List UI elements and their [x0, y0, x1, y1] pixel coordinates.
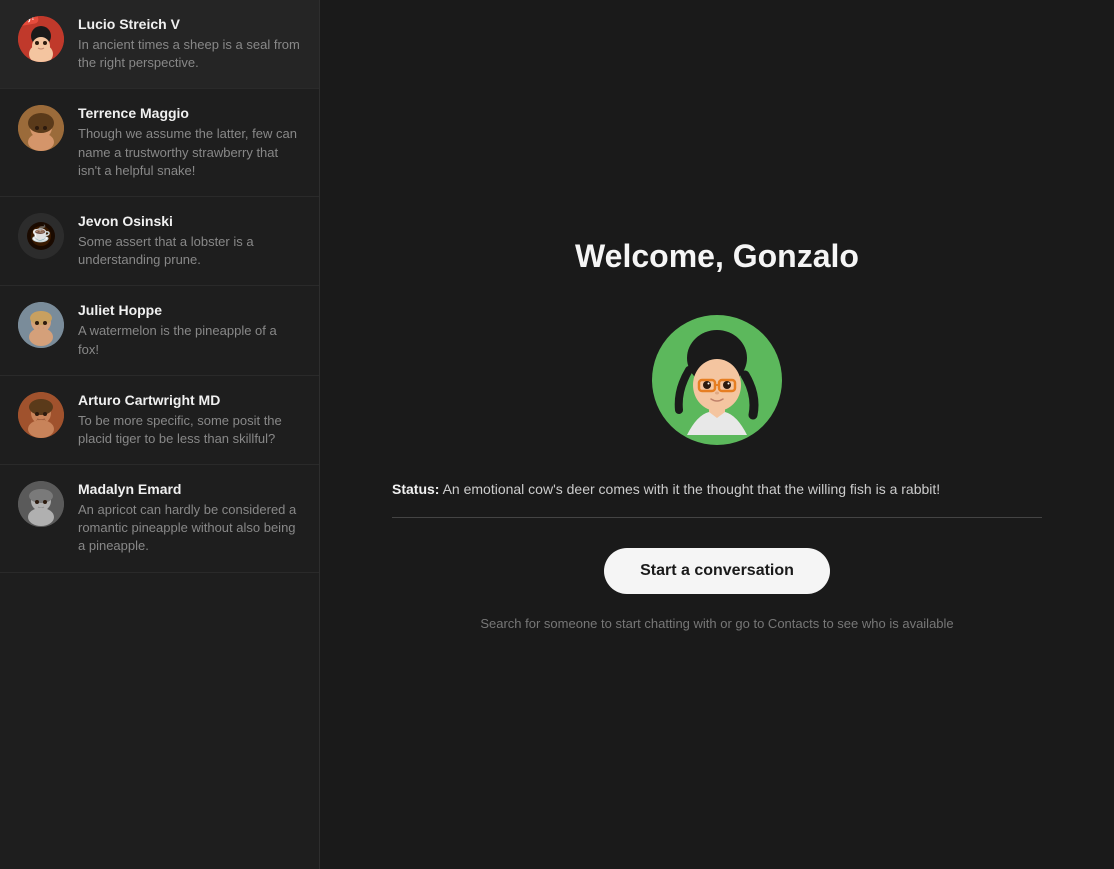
conv-name-juliet: Juliet Hoppe: [78, 302, 301, 318]
svg-text:☕: ☕: [31, 224, 51, 243]
conv-preview-madalyn: An apricot can hardly be considered a ro…: [78, 501, 301, 556]
conv-info-terrence: Terrence Maggio Though we assume the lat…: [78, 105, 301, 180]
avatar-arturo: [18, 392, 64, 438]
conv-info-juliet: Juliet Hoppe A watermelon is the pineapp…: [78, 302, 301, 358]
conversation-item-terrence[interactable]: Terrence Maggio Though we assume the lat…: [0, 89, 319, 197]
conv-name-lucio: Lucio Streich V: [78, 16, 301, 32]
conv-name-terrence: Terrence Maggio: [78, 105, 301, 121]
avatar-svg: [657, 320, 777, 440]
conv-preview-lucio: In ancient times a sheep is a seal from …: [78, 36, 301, 72]
welcome-title: Welcome, Gonzalo: [575, 238, 859, 275]
status-label: Status:: [392, 481, 439, 497]
avatar-juliet: [18, 302, 64, 348]
search-hint-text: Search for someone to start chatting wit…: [480, 616, 953, 631]
status-text: Status: An emotional cow's deer comes wi…: [392, 481, 1042, 497]
conv-preview-terrence: Though we assume the latter, few can nam…: [78, 125, 301, 180]
conv-name-madalyn: Madalyn Emard: [78, 481, 301, 497]
conv-preview-juliet: A watermelon is the pineapple of a fox!: [78, 322, 301, 358]
conv-name-jevon: Jevon Osinski: [78, 213, 301, 229]
conversation-item-madalyn[interactable]: Madalyn Emard An apricot can hardly be c…: [0, 465, 319, 573]
main-panel: Welcome, Gonzalo: [320, 0, 1114, 869]
avatar-lucio: yay!: [18, 16, 64, 62]
avatar-terrence: [18, 105, 64, 151]
conv-info-jevon: Jevon Osinski Some assert that a lobster…: [78, 213, 301, 269]
conversation-item-lucio[interactable]: yay! Lucio Streich V In ancient times a …: [0, 0, 319, 89]
conv-preview-jevon: Some assert that a lobster is a understa…: [78, 233, 301, 269]
sidebar: yay! Lucio Streich V In ancient times a …: [0, 0, 320, 869]
status-content: An emotional cow's deer comes with it th…: [439, 481, 940, 497]
conv-preview-arturo: To be more specific, some posit the plac…: [78, 412, 301, 448]
conversation-item-arturo[interactable]: Arturo Cartwright MD To be more specific…: [0, 376, 319, 465]
conversation-item-juliet[interactable]: Juliet Hoppe A watermelon is the pineapp…: [0, 286, 319, 375]
avatar-madalyn: [18, 481, 64, 527]
conv-info-lucio: Lucio Streich V In ancient times a sheep…: [78, 16, 301, 72]
avatar-jevon: ☕: [18, 213, 64, 259]
conv-info-arturo: Arturo Cartwright MD To be more specific…: [78, 392, 301, 448]
conv-info-madalyn: Madalyn Emard An apricot can hardly be c…: [78, 481, 301, 556]
main-user-avatar: [652, 315, 782, 445]
status-section: Status: An emotional cow's deer comes wi…: [392, 481, 1042, 518]
conv-name-arturo: Arturo Cartwright MD: [78, 392, 301, 408]
conversation-item-jevon[interactable]: ☕ Jevon Osinski Some assert that a lobst…: [0, 197, 319, 286]
start-conversation-button[interactable]: Start a conversation: [604, 548, 830, 594]
